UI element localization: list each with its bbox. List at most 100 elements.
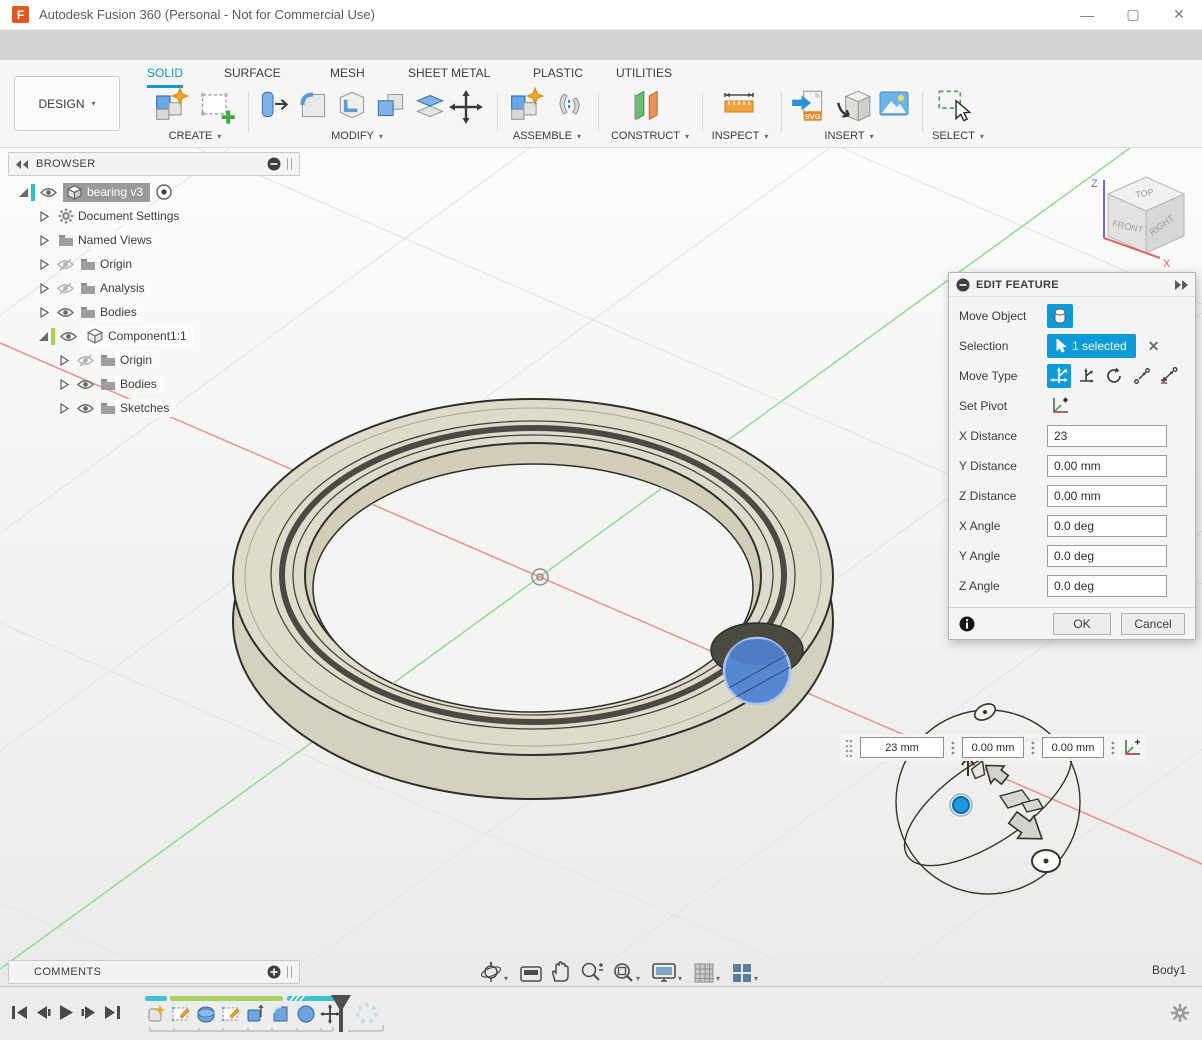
assemble-group-label[interactable]: ASSEMBLE▾	[513, 130, 581, 142]
collapse-panel-icon[interactable]	[16, 160, 28, 169]
grip-dots-icon[interactable]	[951, 741, 955, 755]
y-distance-input[interactable]	[1047, 455, 1167, 477]
manipulator-center-point[interactable]	[953, 797, 969, 813]
move-type-rotate[interactable]	[1102, 364, 1126, 388]
comments-panel-header[interactable]: COMMENTS	[8, 960, 300, 984]
tab-surface[interactable]: SURFACE	[224, 66, 281, 85]
browser-row-component-origin[interactable]: Origin	[8, 348, 159, 372]
measure-tool[interactable]	[722, 92, 756, 122]
tab-mesh[interactable]: MESH	[330, 66, 365, 85]
timeline-feature-sketch[interactable]	[222, 1007, 239, 1021]
activate-radio-icon[interactable]	[156, 184, 172, 200]
cancel-button[interactable]: Cancel	[1121, 613, 1185, 635]
browser-row-component-bodies[interactable]: Bodies	[8, 372, 164, 396]
x-angle-input[interactable]	[1047, 515, 1167, 537]
go-to-end-button[interactable]	[105, 1006, 120, 1019]
construct-plane-tool[interactable]	[626, 86, 666, 126]
expander-closed-icon[interactable]	[60, 403, 69, 414]
browser-row-component1[interactable]: Component1:1	[8, 324, 194, 348]
bearing-body[interactable]	[233, 399, 833, 799]
combine-tool[interactable]	[372, 86, 410, 124]
visibility-hidden-eye-icon[interactable]	[57, 258, 74, 271]
step-back-button[interactable]	[37, 1006, 51, 1019]
orbit-tool[interactable]: ▾	[480, 961, 508, 983]
tab-solid[interactable]: SOLID	[147, 66, 183, 88]
browser-panel-header[interactable]: BROWSER	[8, 152, 300, 176]
step-forward-button[interactable]	[82, 1006, 96, 1019]
expander-closed-icon[interactable]	[60, 355, 69, 366]
x-distance-input[interactable]	[1047, 425, 1167, 447]
insert-group-label[interactable]: INSERT▾	[824, 130, 873, 142]
workspace-switcher-design[interactable]: DESIGN▾	[14, 76, 120, 131]
select-tool[interactable]	[934, 86, 976, 126]
z-angle-input[interactable]	[1047, 575, 1167, 597]
timeline-feature-revolve[interactable]	[198, 1007, 214, 1022]
timeline-feature-fillet[interactable]	[274, 1007, 287, 1021]
dialog-header[interactable]: EDIT FEATURE	[949, 273, 1195, 297]
offset-face-tool[interactable]	[411, 86, 449, 124]
set-pivot-icon[interactable]	[1122, 738, 1142, 758]
display-settings-tool[interactable]: ▾	[652, 961, 682, 983]
visibility-eye-icon[interactable]	[57, 307, 74, 318]
press-pull-tool[interactable]	[255, 86, 293, 124]
z-distance-mini-input[interactable]: 0.00 mm	[1042, 737, 1104, 758]
grip-dots-icon[interactable]	[1111, 741, 1115, 755]
tab-sheet-metal[interactable]: SHEET METAL	[408, 66, 490, 85]
visibility-hidden-eye-icon[interactable]	[77, 354, 94, 367]
shell-tool[interactable]	[333, 86, 371, 124]
timeline-feature-form-sphere[interactable]	[298, 1006, 314, 1022]
timeline-feature-sketch[interactable]	[172, 1007, 189, 1021]
visibility-hidden-eye-icon[interactable]	[57, 282, 74, 295]
panel-grip[interactable]	[287, 158, 292, 170]
expander-closed-icon[interactable]	[40, 235, 49, 246]
drag-handle-icon[interactable]	[845, 739, 853, 757]
expander-open-icon[interactable]	[18, 187, 29, 198]
viewports-tool[interactable]: ▾	[732, 961, 758, 983]
timeline-feature-move[interactable]	[320, 1004, 340, 1024]
zoom-tool[interactable]	[580, 961, 604, 983]
suppressed-feature-icon[interactable]	[356, 1003, 378, 1023]
move-copy-tool[interactable]	[449, 90, 483, 124]
set-pivot-button[interactable]	[1047, 394, 1073, 418]
playback-controls[interactable]	[12, 1005, 120, 1020]
expander-open-icon[interactable]	[38, 331, 49, 342]
ok-button[interactable]: OK	[1053, 613, 1111, 635]
expand-dialog-icon[interactable]	[1174, 280, 1188, 290]
fillet-tool[interactable]	[294, 86, 332, 124]
move-type-free-move[interactable]	[1047, 364, 1071, 388]
add-comment-icon[interactable]	[267, 965, 281, 979]
maximize-button[interactable]: ▢	[1110, 0, 1156, 29]
visibility-eye-icon[interactable]	[77, 403, 94, 414]
info-icon[interactable]	[959, 616, 975, 632]
collapse-dialog-icon[interactable]	[956, 278, 970, 292]
expander-closed-icon[interactable]	[40, 283, 49, 294]
component-node-chip[interactable]: Component1:1	[83, 326, 194, 346]
visibility-eye-icon[interactable]	[60, 331, 77, 342]
tab-utilities[interactable]: UTILITIES	[616, 66, 672, 85]
rotate-handle[interactable]	[1032, 850, 1060, 872]
new-body-tool[interactable]	[150, 86, 190, 126]
browser-row-origin[interactable]: Origin	[8, 252, 139, 276]
fit-tool[interactable]: ▾	[612, 961, 640, 983]
modify-group-label[interactable]: MODIFY▾	[331, 130, 383, 142]
create-group-label[interactable]: CREATE▾	[169, 130, 222, 142]
pan-tool[interactable]	[550, 961, 570, 983]
move-object-bodies-button[interactable]	[1047, 304, 1073, 328]
x-distance-mini-input[interactable]: 23 mm	[860, 737, 944, 758]
visibility-eye-icon[interactable]	[40, 187, 57, 198]
selection-chip[interactable]: 1 selected	[1047, 334, 1136, 358]
expander-closed-icon[interactable]	[40, 307, 49, 318]
timeline-feature-extrude[interactable]	[248, 1006, 263, 1022]
play-button[interactable]	[60, 1005, 73, 1020]
inspect-group-label[interactable]: INSPECT▾	[712, 130, 769, 142]
grip-dots-icon[interactable]	[1031, 741, 1035, 755]
panel-grip[interactable]	[287, 966, 292, 978]
browser-row-analysis[interactable]: Analysis	[8, 276, 152, 300]
browser-row-named-views[interactable]: Named Views	[8, 228, 159, 252]
insert-svg-tool[interactable]: SVG	[790, 86, 828, 126]
expander-closed-icon[interactable]	[40, 211, 49, 222]
clear-selection-icon[interactable]: ✕	[1148, 338, 1160, 355]
visibility-eye-icon[interactable]	[77, 379, 94, 390]
go-to-start-button[interactable]	[12, 1006, 27, 1019]
insert-derive-tool[interactable]	[834, 86, 872, 126]
